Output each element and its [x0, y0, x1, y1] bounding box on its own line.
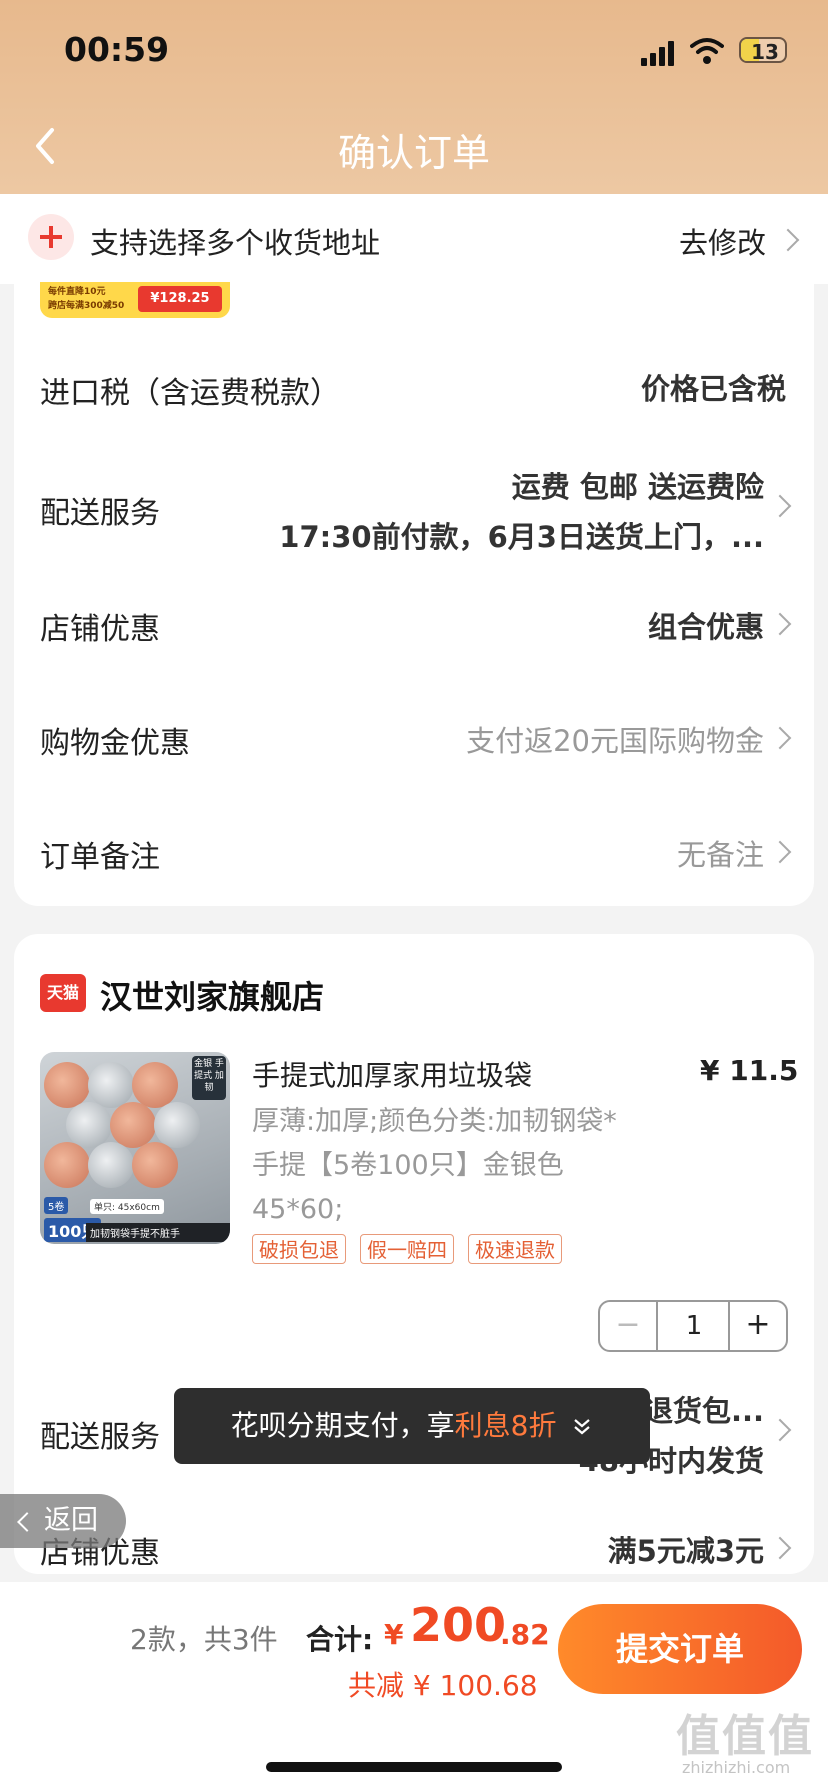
- import-tax-label: 进口税（含运费税款）: [40, 376, 340, 411]
- service-tag: 极速退款: [468, 1234, 562, 1264]
- quantity-stepper: − 1 +: [598, 1300, 788, 1352]
- delivery-fee[interactable]: 运费 包邮 送运费险: [512, 464, 764, 506]
- order-note-label: 订单备注: [40, 840, 160, 875]
- submit-order-button[interactable]: 提交订单: [558, 1604, 802, 1694]
- chevron-down-icon: [574, 1419, 591, 1435]
- product-specs: 厚薄:加厚;颜色分类:加韧钢袋*手提【5卷100只】金银色 45*60;: [252, 1106, 617, 1225]
- delivery-label-2: 配送服务: [40, 1420, 160, 1455]
- total-discount[interactable]: 共减 ¥ 100.68: [348, 1664, 538, 1704]
- signal-icon: [641, 40, 674, 66]
- page-title: 确认订单: [337, 131, 490, 175]
- shop-name[interactable]: 汉世刘家旗舰店: [100, 972, 324, 1018]
- status-time: 00:59: [64, 30, 170, 69]
- delivery-return-info[interactable]: 退货包...: [644, 1388, 764, 1430]
- wifi-icon: [690, 38, 724, 64]
- service-tag: 破损包退: [252, 1234, 346, 1264]
- delivery-time[interactable]: 17:30前付款，6月3日送货上门，...: [279, 514, 764, 556]
- product-title[interactable]: 手提式加厚家用垃圾袋: [252, 1054, 532, 1094]
- product-price: ¥ 11.5: [700, 1054, 799, 1087]
- battery-icon: 13: [739, 37, 787, 64]
- watermark: 值值值: [676, 1711, 814, 1762]
- shop-discount-value[interactable]: 组合优惠: [648, 604, 764, 646]
- service-tag: 假一赔四: [360, 1234, 454, 1264]
- watermark-url: zhizhizhi.com: [682, 1758, 791, 1777]
- modify-address-link[interactable]: 去修改: [679, 220, 766, 262]
- home-indicator: [266, 1762, 562, 1772]
- shop-discount-label: 店铺优惠: [40, 612, 160, 647]
- floating-back-button[interactable]: 返回: [0, 1494, 126, 1548]
- increment-button[interactable]: +: [728, 1302, 786, 1350]
- total-integer: 200: [410, 1598, 507, 1652]
- product-image[interactable]: 金银 手提式 加韧 5卷 单只: 45x60cm 100只 加韧钢袋手提不脏手: [40, 1052, 230, 1244]
- total-currency: ¥: [384, 1618, 404, 1651]
- decrement-button[interactable]: −: [600, 1302, 658, 1350]
- shop-discount-value-2[interactable]: 满5元减3元: [608, 1528, 764, 1570]
- total-decimal: .82: [500, 1618, 550, 1651]
- quantity-value[interactable]: 1: [658, 1302, 730, 1350]
- tmall-logo: 天猫: [40, 974, 86, 1012]
- import-tax-value: 价格已含税: [640, 372, 786, 406]
- order-note-value[interactable]: 无备注: [677, 832, 764, 874]
- address-prompt: 支持选择多个收货地址: [90, 226, 381, 260]
- toast-highlight: 利息8折: [454, 1409, 557, 1442]
- shopping-credit-label: 购物金优惠: [40, 726, 190, 761]
- total-label: 合计:: [306, 1623, 374, 1656]
- item-count: 2款，共3件: [130, 1623, 278, 1656]
- delivery-label[interactable]: 配送服务: [40, 488, 160, 532]
- huabei-toast[interactable]: 花呗分期支付，享利息8折: [174, 1388, 650, 1464]
- add-icon[interactable]: [28, 214, 74, 260]
- promo-banner: 每件直降10元 跨店每满300减50 ¥128.25: [40, 282, 230, 318]
- shopping-credit-value[interactable]: 支付返20元国际购物金: [466, 718, 764, 760]
